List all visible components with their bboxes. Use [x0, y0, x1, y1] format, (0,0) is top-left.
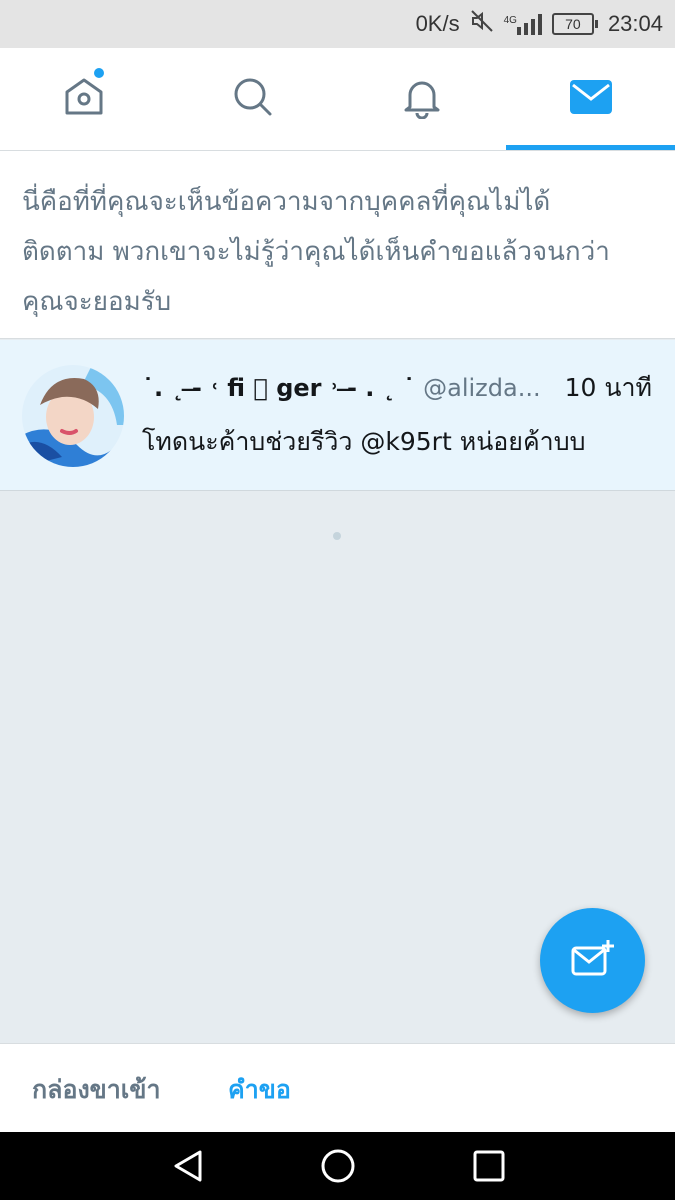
- battery-level: 70: [551, 13, 594, 35]
- info-text-line-1: นี่คือที่ที่คุณจะเห็นข้อความจากบุคคลที่ค…: [22, 187, 551, 217]
- system-nav-bar: [0, 1132, 675, 1200]
- signal-icon: 4G: [504, 13, 542, 35]
- tab-inbox[interactable]: กล่องขาเข้า: [32, 1044, 160, 1133]
- requests-info: นี่คือที่ที่คุณจะเห็นข้อความจากบุคคลที่ค…: [0, 151, 675, 339]
- notification-dot: [94, 68, 104, 78]
- network-type: 4G: [503, 15, 517, 26]
- message-time: 10 นาที: [564, 373, 652, 402]
- home-icon: [62, 75, 106, 123]
- message-preview: โทดนะค้าบช่วยรีวิว @k95rt หน่อยค้าบบ: [142, 427, 586, 456]
- tab-requests[interactable]: คำขอ: [228, 1044, 291, 1133]
- tab-home[interactable]: [0, 48, 169, 150]
- sender-handle: @alizda...: [423, 374, 541, 402]
- message-filter-tabs: กล่องขาเข้า คำขอ: [0, 1043, 675, 1132]
- recents-icon[interactable]: [471, 1148, 507, 1188]
- info-text-line-2: ติดตาม พวกเขาจะไม่รู้ว่าคุณได้เห็นคำขอแล…: [22, 237, 610, 267]
- back-icon[interactable]: [170, 1148, 206, 1188]
- sender-display-name: ˙. ˛ ‑̶ ˓ fi ⃣ ger ˒ ‑̶ . ˛ ˙: [142, 374, 416, 402]
- avatar[interactable]: [22, 365, 124, 467]
- new-message-button[interactable]: [540, 908, 645, 1013]
- home-nav-icon[interactable]: [320, 1148, 356, 1188]
- mute-icon: [470, 9, 494, 39]
- tab-search[interactable]: [169, 48, 338, 150]
- message-header: ˙. ˛ ‑̶ ˓ fi ⃣ ger ˒ ‑̶ . ˛ ˙ @alizda...…: [142, 368, 652, 408]
- info-text-line-3: คุณจะยอมรับ: [22, 287, 172, 317]
- battery-icon: 70: [551, 13, 598, 35]
- tab-notifications[interactable]: [338, 48, 507, 150]
- status-bar: 0K/s 4G 70 23:04: [0, 0, 675, 48]
- net-speed: 0K/s: [415, 11, 460, 36]
- tab-messages[interactable]: [506, 48, 675, 150]
- envelope-icon: [569, 80, 612, 118]
- top-tab-bar: [0, 48, 675, 151]
- bell-icon: [400, 75, 444, 123]
- search-icon: [231, 75, 275, 123]
- clock: 23:04: [607, 11, 663, 36]
- compose-message-icon: [570, 938, 616, 984]
- message-request-item[interactable]: ˙. ˛ ‑̶ ˓ fi ⃣ ger ˒ ‑̶ . ˛ ˙ @alizda...…: [0, 340, 675, 491]
- loading-indicator: [333, 532, 341, 540]
